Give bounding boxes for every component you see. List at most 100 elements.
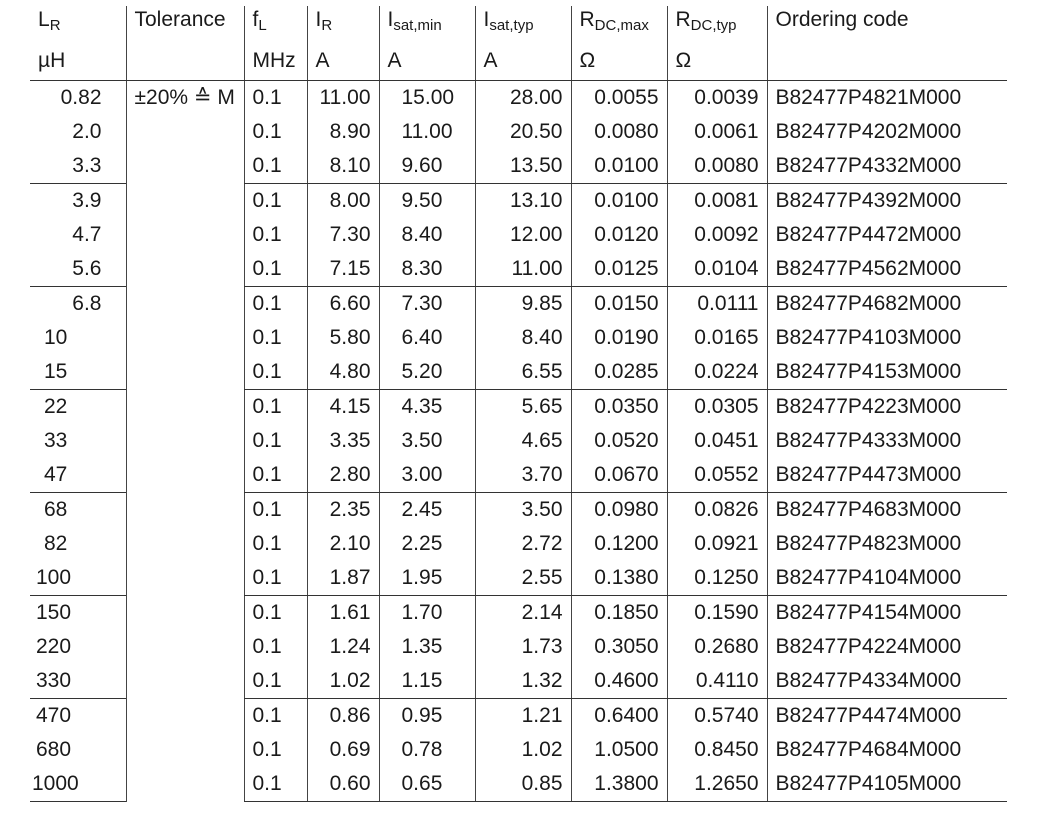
cell-inductance: 6.8	[72, 292, 102, 315]
cell-dc-resistance-typ: 0.0080	[666, 149, 767, 184]
cell-ordering-code: B82477P4472M000	[766, 218, 1007, 252]
cell-dc-resistance-typ: 0.0039	[666, 80, 767, 115]
cell-inductance: 5.6	[30, 252, 126, 287]
header-tolerance: Tolerance	[125, 6, 244, 42]
cell-dc-resistance-max: 0.0670	[570, 458, 667, 493]
cell-dc-resistance-max: 0.0055	[570, 80, 667, 115]
cell-dc-resistance-max: 0.6400	[570, 698, 667, 733]
unit-inductance: µH	[30, 42, 126, 81]
cell-sat-current-min: 11.00	[378, 115, 475, 149]
cell-rated-current: 7.15	[306, 252, 379, 287]
cell-frequency: 0.1	[243, 458, 307, 493]
cell-dc-resistance-max: 0.0350	[570, 389, 667, 424]
cell-sat-current-min: 5.20	[378, 355, 475, 390]
unit-rated-current: A	[306, 42, 379, 81]
cell-rated-current: 8.00	[306, 183, 379, 218]
cell-rated-current: 1.87	[306, 561, 379, 596]
cell-rated-current: 0.69	[306, 733, 379, 767]
cell-inductance: 470	[36, 704, 72, 727]
cell-dc-resistance-typ: 0.0826	[666, 492, 767, 527]
cell-ordering-code: B82477P4153M000	[766, 355, 1007, 390]
cell-frequency: 0.1	[243, 355, 307, 390]
unit-frequency: MHz	[243, 42, 307, 81]
header-dc-resistance-typ-symbol: R	[675, 8, 691, 31]
cell-frequency: 0.1	[243, 733, 307, 767]
cell-dc-resistance-max: 0.1200	[570, 527, 667, 561]
header-dc-resistance-typ-subscript: DC,typ	[690, 17, 737, 34]
cell-rated-current: 1.24	[306, 630, 379, 664]
cell-dc-resistance-max: 0.0080	[570, 115, 667, 149]
cell-dc-resistance-max: 0.3050	[570, 630, 667, 664]
cell-ordering-code: B82477P4332M000	[766, 149, 1007, 184]
cell-frequency: 0.1	[243, 767, 307, 802]
cell-ordering-code: B82477P4821M000	[766, 80, 1007, 115]
cell-sat-current-typ: 28.00	[474, 80, 571, 115]
header-dc-resistance-max-subscript: DC,max	[594, 17, 649, 34]
cell-dc-resistance-typ: 0.0552	[666, 458, 767, 493]
cell-sat-current-min: 6.40	[378, 321, 475, 355]
cell-sat-current-min: 0.78	[378, 733, 475, 767]
cell-sat-current-typ: 6.55	[474, 355, 571, 390]
cell-frequency: 0.1	[243, 630, 307, 664]
header-ordering-code: Ordering code	[766, 6, 1007, 42]
cell-sat-current-min: 15.00	[378, 80, 475, 115]
header-dc-resistance-typ: RDC,typ	[666, 6, 767, 42]
cell-rated-current: 0.86	[306, 698, 379, 733]
cell-frequency: 0.1	[243, 149, 307, 184]
cell-dc-resistance-typ: 0.0092	[666, 218, 767, 252]
cell-ordering-code: B82477P4562M000	[766, 252, 1007, 287]
cell-inductance: 68	[44, 498, 68, 521]
cell-frequency: 0.1	[243, 389, 307, 424]
header-sat-current-typ-subscript: sat,typ	[489, 17, 534, 34]
cell-frequency: 0.1	[243, 698, 307, 733]
cell-dc-resistance-max: 0.0120	[570, 218, 667, 252]
table-row: 0.82 ±20% ≙ M 0.1 11.00 15.00 28.00 0.0055 0.00…	[30, 80, 1007, 802]
cell-inductance: 47	[30, 458, 126, 493]
cell-dc-resistance-typ: 0.0451	[666, 424, 767, 458]
cell-dc-resistance-max: 1.3800	[570, 767, 667, 802]
header-sat-current-min-subscript: sat,min	[393, 17, 442, 34]
cell-sat-current-min: 0.95	[378, 698, 475, 733]
cell-ordering-code: B82477P4473M000	[766, 458, 1007, 493]
cell-ordering-code: B82477P4202M000	[766, 115, 1007, 149]
header-tolerance-symbol: Tolerance	[134, 8, 226, 31]
header-dc-resistance-max: RDC,max	[570, 6, 667, 42]
cell-inductance: 22	[44, 395, 68, 418]
unit-sat-current-typ: A	[474, 42, 571, 81]
cell-dc-resistance-typ: 0.0061	[666, 115, 767, 149]
cell-sat-current-typ: 2.72	[474, 527, 571, 561]
cell-frequency: 0.1	[243, 492, 307, 527]
cell-sat-current-min: 0.65	[378, 767, 475, 802]
cell-dc-resistance-typ: 0.1250	[666, 561, 767, 596]
cell-dc-resistance-max: 0.1850	[570, 595, 667, 630]
header-row: LR Tolerance fL IR Isat,min Isat,typ RDC,max RD…	[30, 6, 1007, 42]
cell-frequency: 0.1	[243, 664, 307, 699]
header-inductance: LR	[30, 6, 126, 42]
cell-dc-resistance-typ: 0.4110	[666, 664, 767, 699]
cell-dc-resistance-typ: 0.0224	[666, 355, 767, 390]
cell-dc-resistance-max: 0.0150	[570, 286, 667, 321]
unit-ordering-code	[766, 42, 1007, 81]
cell-inductance: 10	[44, 326, 68, 349]
cell-rated-current: 2.35	[306, 492, 379, 527]
cell-rated-current: 7.30	[306, 218, 379, 252]
cell-sat-current-min: 4.35	[378, 389, 475, 424]
cell-sat-current-typ: 0.85	[474, 767, 571, 802]
cell-inductance: 220	[36, 635, 72, 658]
cell-dc-resistance-typ: 0.0081	[666, 183, 767, 218]
cell-sat-current-min: 3.00	[378, 458, 475, 493]
cell-ordering-code: B82477P4823M000	[766, 527, 1007, 561]
cell-ordering-code: B82477P4392M000	[766, 183, 1007, 218]
cell-rated-current: 3.35	[306, 424, 379, 458]
table-body: 0.82 ±20% ≙ M 0.1 11.00 15.00 28.00 0.0055 0.00…	[30, 80, 1007, 802]
cell-ordering-code: B82477P4223M000	[766, 389, 1007, 424]
cell-sat-current-typ: 5.65	[474, 389, 571, 424]
cell-sat-current-typ: 2.55	[474, 561, 571, 596]
cell-ordering-code: B82477P4224M000	[766, 630, 1007, 664]
cell-ordering-code: B82477P4105M000	[766, 767, 1007, 802]
cell-rated-current: 2.10	[306, 527, 379, 561]
cell-ordering-code: B82477P4683M000	[766, 492, 1007, 527]
cell-dc-resistance-max: 0.0980	[570, 492, 667, 527]
cell-sat-current-min: 1.95	[378, 561, 475, 596]
cell-dc-resistance-typ: 0.0104	[666, 252, 767, 287]
